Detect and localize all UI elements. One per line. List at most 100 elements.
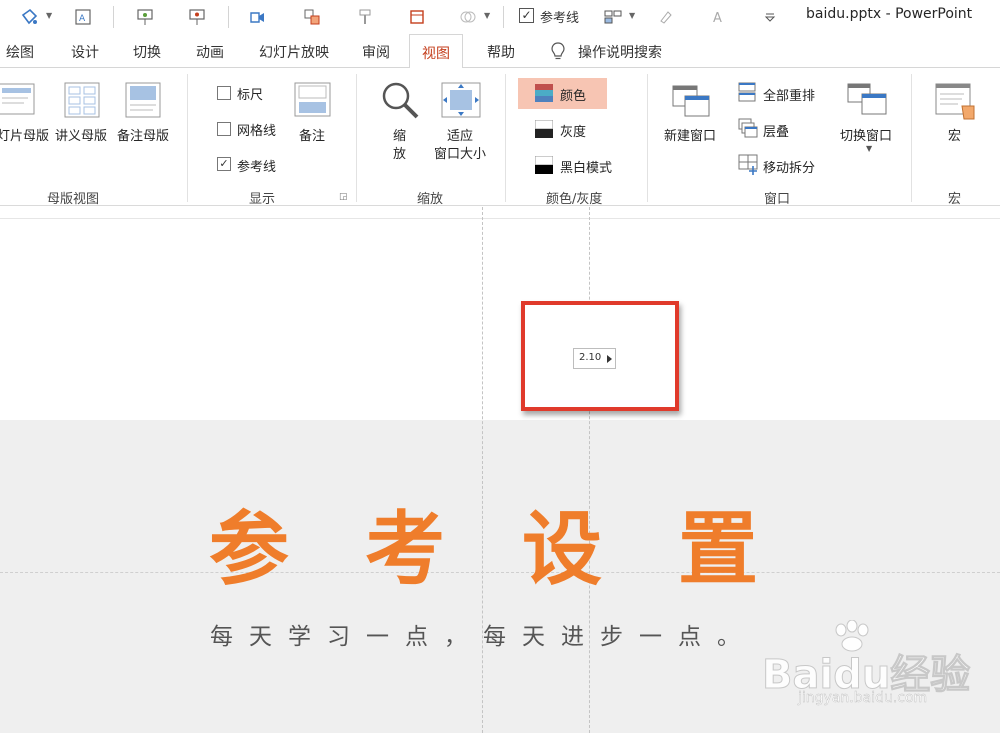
arrange-all-button[interactable]: 全部重排 [763, 85, 815, 104]
tab-view[interactable]: 视图 [409, 34, 463, 69]
cascade-icon[interactable] [738, 118, 758, 138]
guide-position-value: 2.10 [579, 352, 602, 363]
notes-master-icon[interactable] [125, 82, 161, 118]
headline-char: 置 [678, 503, 758, 596]
notes-master-button[interactable]: 备注母版 [117, 125, 169, 144]
chevron-down-icon[interactable]: ▼ [46, 11, 52, 20]
slideshow-icon[interactable] [187, 7, 207, 27]
guide-position-tooltip: 2.10 [573, 348, 616, 369]
window-title: baidu.pptx - PowerPoint [806, 6, 973, 22]
svg-text:A: A [79, 14, 86, 24]
notes-button[interactable]: 备注 [299, 125, 325, 144]
format-painter-icon[interactable] [356, 7, 376, 27]
macros-button[interactable]: 宏 [948, 125, 961, 144]
headline-char: 参 [209, 503, 289, 596]
slide-upper-area[interactable] [0, 219, 1000, 420]
group-divider [505, 74, 506, 202]
group-divider [647, 74, 648, 202]
slide-subtitle[interactable]: 每天学习一点，每天进步一点。 [210, 617, 756, 651]
fit-to-window-icon[interactable] [441, 82, 481, 118]
new-window-icon[interactable] [671, 80, 711, 120]
fit-window-line1[interactable]: 适应 [447, 125, 473, 144]
handout-master-button[interactable]: 讲义母版 [55, 125, 107, 144]
toolbar-divider [228, 6, 229, 28]
vertical-guide-left[interactable] [482, 207, 483, 733]
color-swatch-icon[interactable] [535, 84, 553, 102]
guides-label: 参考线 [540, 11, 580, 26]
group-label-window: 窗口 [764, 192, 791, 207]
group-label-zoom: 缩放 [417, 192, 444, 207]
move-split-button[interactable]: 移动拆分 [763, 157, 815, 176]
tell-me-search[interactable]: 操作说明搜索 [578, 42, 662, 62]
cascade-button[interactable]: 层叠 [763, 121, 789, 140]
notes-icon[interactable] [294, 82, 332, 118]
lightbulb-icon [551, 42, 565, 60]
black-white-icon[interactable] [535, 156, 553, 174]
align-icon[interactable] [603, 7, 623, 27]
grayscale-icon[interactable] [535, 120, 553, 138]
zoom-icon[interactable] [380, 80, 420, 120]
ruler-label: 标尺 [237, 88, 264, 103]
tab-review[interactable]: 审阅 [362, 42, 390, 62]
customize-toolbar-icon[interactable] [760, 7, 780, 27]
move-split-icon[interactable] [738, 154, 760, 176]
color-button[interactable]: 颜色 [560, 85, 586, 104]
merge-shapes-icon[interactable] [458, 7, 478, 27]
ribbon-tabs: 绘图 设计 切换 动画 幻灯片放映 审阅 视图 帮助 操作说明搜索 [0, 34, 1000, 69]
group-label-master-views: 母版视图 [47, 192, 100, 207]
tab-slideshow[interactable]: 幻灯片放映 [259, 42, 329, 62]
zoom-button-line2[interactable]: 放 [393, 143, 406, 162]
text-box-icon[interactable]: A [73, 7, 93, 27]
gridlines-label: 网格线 [237, 124, 277, 139]
tab-transitions[interactable]: 切换 [133, 42, 161, 62]
slide-master-icon[interactable] [0, 82, 36, 118]
zoom-button-line1[interactable]: 缩 [393, 125, 406, 144]
group-label-color-grayscale: 颜色/灰度 [546, 192, 603, 207]
font-color-icon[interactable]: A [708, 7, 728, 27]
switch-windows-icon[interactable] [846, 80, 888, 120]
fit-window-line2[interactable]: 窗口大小 [434, 143, 486, 162]
gridlines-checkbox[interactable] [217, 122, 231, 136]
chevron-down-icon[interactable]: ▼ [629, 11, 635, 20]
vertical-guide-right[interactable] [589, 207, 590, 733]
switch-windows-button[interactable]: 切换窗口 [840, 125, 892, 144]
tab-design[interactable]: 设计 [71, 42, 99, 62]
layout-icon[interactable] [407, 7, 427, 27]
tab-help[interactable]: 帮助 [487, 42, 515, 62]
shape-fill-icon[interactable] [20, 7, 40, 27]
toolbar-divider [113, 6, 114, 28]
group-divider [187, 74, 188, 202]
dialog-launcher-icon[interactable]: ◲ [339, 192, 348, 202]
record-icon[interactable] [247, 7, 267, 27]
black-white-button[interactable]: 黑白模式 [560, 157, 612, 176]
slide-master-button[interactable]: 灯片母版 [0, 125, 49, 144]
group-divider [356, 74, 357, 202]
toolbar-divider [503, 6, 504, 28]
arrange-all-icon[interactable] [738, 82, 756, 102]
svg-text:A: A [713, 11, 722, 26]
slide-headline[interactable]: 参 考 设 置 [0, 505, 1000, 600]
arrange-icon[interactable] [302, 7, 322, 27]
guides-checkbox[interactable]: ✓ [519, 8, 534, 23]
macros-icon[interactable] [934, 82, 976, 122]
new-window-button[interactable]: 新建窗口 [664, 125, 716, 144]
baidu-watermark: Baidu经验 jingyan.baidu.com [761, 620, 971, 715]
chevron-down-icon[interactable]: ▼ [866, 144, 872, 153]
watermark-url: jingyan.baidu.com [798, 690, 928, 706]
play-arrow-icon [607, 355, 612, 363]
guides-ribbon-checkbox[interactable]: ✓ [217, 157, 231, 171]
quick-access-toolbar: ▼ A ▼ ✓ 参考线 ▼ A baidu.pptx - PowerPoint [0, 0, 1000, 34]
presenter-view-icon[interactable] [135, 7, 155, 27]
slide-canvas-margin [0, 207, 1000, 219]
grayscale-button[interactable]: 灰度 [560, 121, 586, 140]
ribbon: 灯片母版 讲义母版 备注母版 母版视图 标尺 网格线 ✓ 参考线 备注 显示 ◲… [0, 68, 1000, 207]
eraser-icon[interactable] [656, 7, 676, 27]
handout-master-icon[interactable] [64, 82, 100, 118]
headline-char: 设 [522, 503, 602, 596]
tab-animations[interactable]: 动画 [196, 42, 224, 62]
group-divider [911, 74, 912, 202]
group-label-show: 显示 [249, 192, 276, 207]
ruler-checkbox[interactable] [217, 86, 231, 100]
tab-draw[interactable]: 绘图 [6, 42, 34, 62]
chevron-down-icon[interactable]: ▼ [484, 11, 490, 20]
